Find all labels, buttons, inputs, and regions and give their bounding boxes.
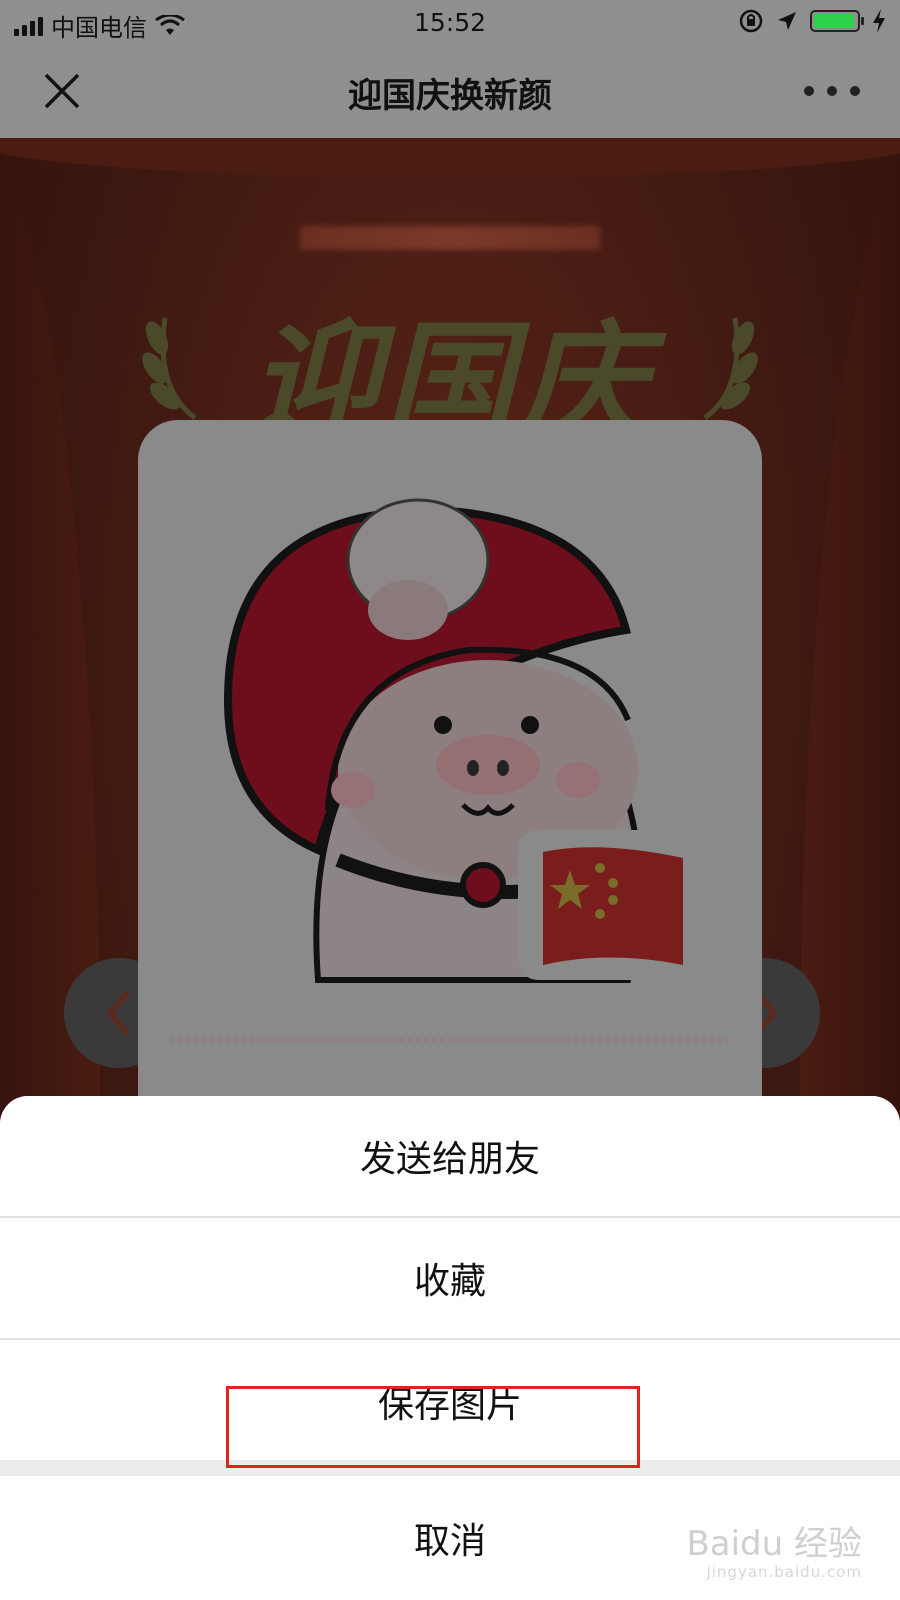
pig-avatar-image [223,498,728,983]
watermark-brand: Baidu 经验 [686,1524,862,1565]
status-bar: 中国电信 15:52 [0,0,900,44]
more-dots-icon[interactable] [804,84,860,98]
page-title: 迎国庆换新颜 [348,76,552,116]
charging-icon [873,9,885,33]
blurred-subtitle [300,226,600,250]
highlight-annotation-box [226,1386,640,1468]
battery-icon [810,10,864,32]
nav-bar: 迎国庆换新颜 [0,44,900,138]
avatar-card [138,420,762,1140]
send-to-friend-button[interactable]: 发送给朋友 [0,1096,900,1216]
location-icon [778,12,796,30]
curtain-top [0,138,900,178]
rotation-lock-icon [739,9,763,33]
laurel-right-icon [703,317,758,420]
watermark-url: jingyan.baidu.com [706,1562,862,1581]
dotted-divider [170,1038,730,1042]
favorite-button[interactable]: 收藏 [0,1218,900,1338]
watermark: Baidu 经验 jingyan.baidu.com [686,1524,862,1581]
